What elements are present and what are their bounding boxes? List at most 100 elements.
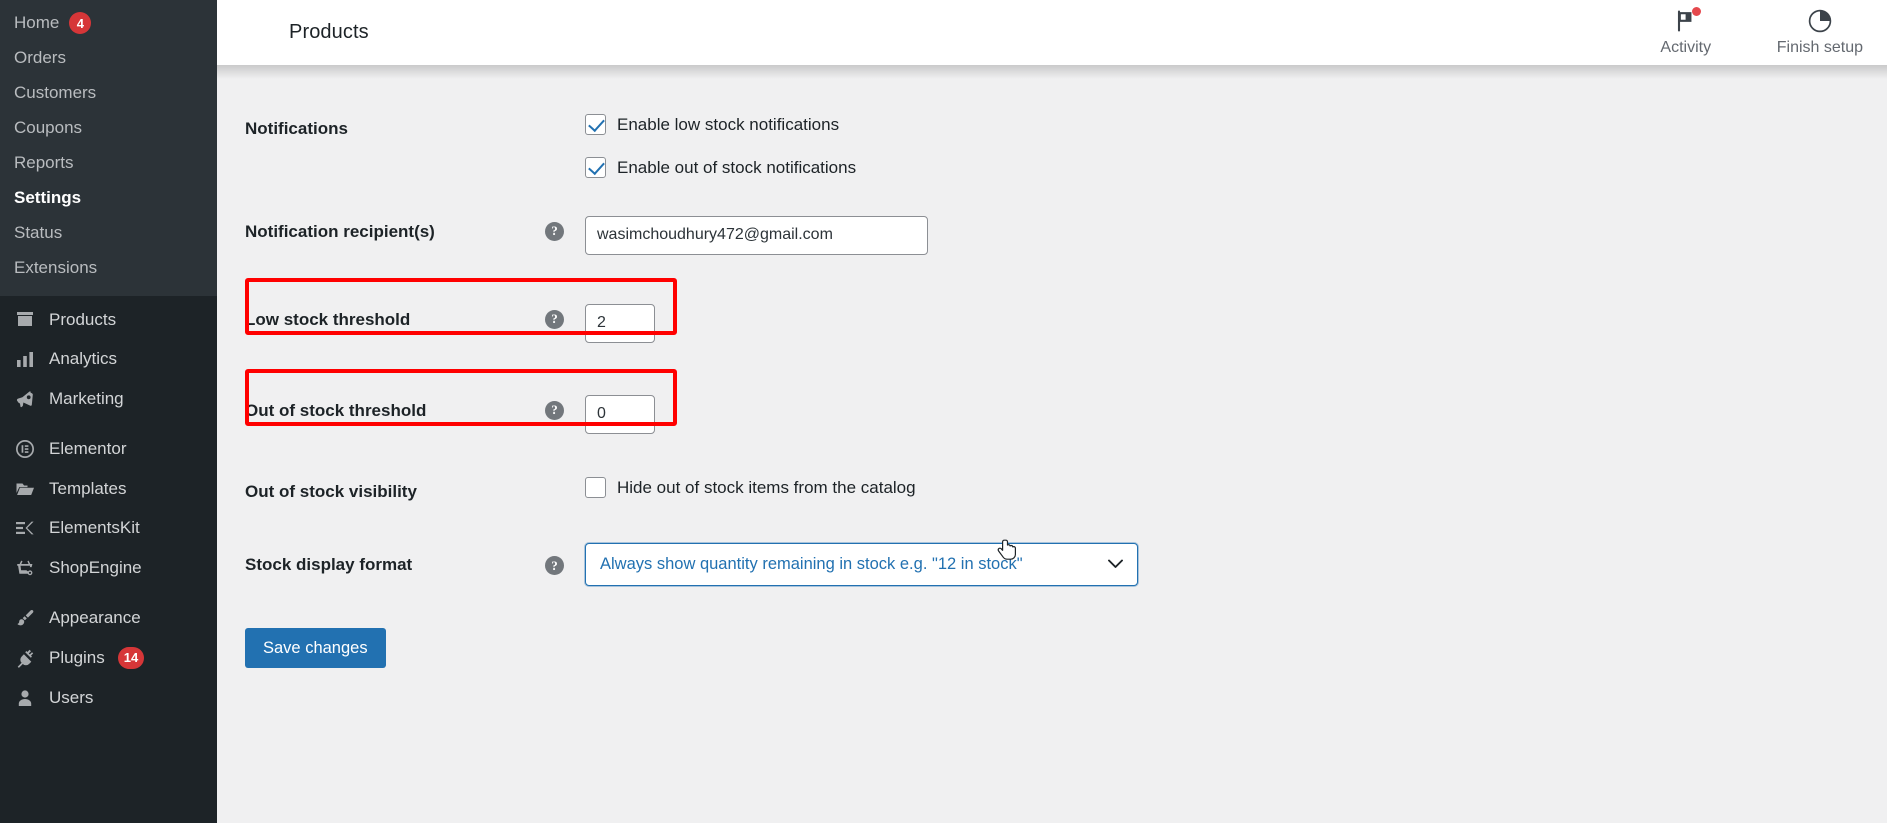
finish-setup-label: Finish setup <box>1776 39 1863 56</box>
sidebar-item-analytics[interactable]: Analytics <box>0 339 217 379</box>
menu-separator <box>0 419 217 429</box>
hide-out-of-stock-row[interactable]: Hide out of stock items from the catalog <box>585 476 1887 500</box>
topbar-actions: Activity Finish setup <box>1643 0 1887 65</box>
sidebar-item-label: ShopEngine <box>49 558 142 578</box>
home-badge: 4 <box>69 12 92 35</box>
row-out-of-stock-visibility: Out of stock visibility Hide out of stoc… <box>217 476 1887 504</box>
low-stock-threshold-field <box>585 303 1887 343</box>
stock-display-format-label: Stock display format <box>245 555 413 575</box>
stock-display-format-field: Always show quantity remaining in stock … <box>585 539 1887 587</box>
sidebar-item-label: Coupons <box>14 117 83 137</box>
low-stock-notification-row[interactable]: Enable low stock notifications <box>585 113 1887 137</box>
visibility-help-slot <box>545 476 585 482</box>
sidebar-item-users[interactable]: Users <box>0 678 217 718</box>
folder-icon <box>14 478 36 500</box>
flag-icon <box>1673 7 1701 34</box>
user-icon <box>14 687 36 709</box>
low-stock-help-slot: ? <box>545 304 585 329</box>
low-stock-checkbox-label: Enable low stock notifications <box>617 115 840 134</box>
sidebar-item-plugins[interactable]: Plugins 14 <box>0 638 217 678</box>
notifications-help-slot <box>545 113 585 119</box>
row-out-of-stock-threshold: Out of stock threshold ? <box>217 368 1887 434</box>
out-of-stock-threshold-input[interactable] <box>585 394 655 434</box>
sidebar-item-customers[interactable]: Customers <box>0 76 217 111</box>
sidebar-item-label: Products <box>49 309 117 329</box>
sidebar-item-products[interactable]: Products <box>0 300 217 340</box>
page-topbar: Products Activity Finish setup <box>217 0 1887 65</box>
sidebar-item-label: Orders <box>14 47 66 67</box>
sidebar-item-label: Templates <box>49 478 127 498</box>
sidebar-item-label: ElementsKit <box>49 518 140 538</box>
notification-recipients-input[interactable] <box>585 215 928 255</box>
products-box-icon <box>14 308 36 330</box>
sidebar-item-label: Marketing <box>49 389 124 409</box>
sidebar-item-appearance[interactable]: Appearance <box>0 598 217 638</box>
sidebar-item-extensions[interactable]: Extensions <box>0 251 217 286</box>
sidebar-item-status[interactable]: Status <box>0 216 217 251</box>
help-icon[interactable]: ? <box>545 309 564 329</box>
recipients-label: Notification recipient(s) <box>245 221 435 241</box>
sidebar-item-shopengine[interactable]: ShopEngine <box>0 548 217 588</box>
help-icon[interactable]: ? <box>545 400 564 420</box>
bar-chart-icon <box>14 348 36 370</box>
plugins-badge: 14 <box>117 646 145 669</box>
stock-display-help-slot: ? <box>545 543 585 576</box>
paintbrush-icon <box>14 607 36 629</box>
megaphone-icon <box>14 388 36 410</box>
sidebar-item-orders[interactable]: Orders <box>0 41 217 76</box>
menu-separator <box>0 588 217 598</box>
sidebar-item-label: Extensions <box>14 257 98 277</box>
wordpress-admin-screen: Home 4 Orders Customers Coupons Reports … <box>0 0 1887 823</box>
notifications-label: Notifications <box>245 119 348 138</box>
main-content-area: Products Activity Finish setup Notificat… <box>217 0 1887 823</box>
stock-display-format-select[interactable]: Always show quantity remaining in stock … <box>585 543 1138 587</box>
hide-out-of-stock-label: Hide out of stock items from the catalog <box>617 477 916 497</box>
notifications-field: Enable low stock notifications Enable ou… <box>585 113 1887 180</box>
out-of-stock-checkbox[interactable] <box>585 157 606 179</box>
progress-circle-icon <box>1807 8 1833 34</box>
row-notifications: Notifications Enable low stock notificat… <box>217 113 1887 180</box>
activity-notification-dot <box>1691 7 1701 16</box>
out-of-stock-threshold-label: Out of stock threshold <box>245 400 427 420</box>
activity-label: Activity <box>1660 39 1712 56</box>
shopengine-basket-icon <box>14 557 36 579</box>
plug-icon <box>14 647 36 669</box>
sidebar-item-label: Status <box>14 222 63 242</box>
save-changes-button[interactable]: Save changes <box>245 628 386 669</box>
hide-out-of-stock-checkbox[interactable] <box>585 476 606 498</box>
sidebar-item-settings[interactable]: Settings <box>0 181 217 216</box>
sidebar-item-elementor[interactable]: Elementor <box>0 429 217 469</box>
low-stock-threshold-label: Low stock threshold <box>245 309 411 329</box>
help-icon[interactable]: ? <box>545 221 564 241</box>
activity-button[interactable]: Activity <box>1643 0 1729 57</box>
woocommerce-submenu: Home 4 Orders Customers Coupons Reports … <box>0 0 217 296</box>
sidebar-item-label: Elementor <box>49 438 127 458</box>
sidebar-item-elementskit[interactable]: ElementsKit <box>0 508 217 548</box>
out-of-stock-visibility-field: Hide out of stock items from the catalog <box>585 476 1887 500</box>
settings-form: Notifications Enable low stock notificat… <box>217 65 1887 669</box>
page-title: Products <box>289 21 369 43</box>
sidebar-item-label: Users <box>49 687 94 707</box>
out-of-stock-notification-row[interactable]: Enable out of stock notifications <box>585 156 1887 180</box>
sidebar-item-marketing[interactable]: Marketing <box>0 379 217 419</box>
chevron-down-icon <box>1108 557 1123 572</box>
out-of-stock-help-slot: ? <box>545 395 585 420</box>
low-stock-threshold-input[interactable] <box>585 303 655 343</box>
admin-sidebar: Home 4 Orders Customers Coupons Reports … <box>0 0 217 823</box>
admin-main-menu: Products Analytics Marketing Elementor T… <box>0 295 217 718</box>
recipients-help-slot: ? <box>545 216 585 241</box>
row-stock-display-format: Stock display format ? Always show quant… <box>217 539 1887 587</box>
sidebar-item-coupons[interactable]: Coupons <box>0 111 217 146</box>
sidebar-item-label: Reports <box>14 152 74 172</box>
finish-setup-button[interactable]: Finish setup <box>1777 0 1863 57</box>
sidebar-item-label: Home <box>14 13 60 32</box>
sidebar-item-templates[interactable]: Templates <box>0 469 217 509</box>
sidebar-item-label: Settings <box>14 187 82 207</box>
help-icon[interactable]: ? <box>545 556 564 576</box>
sidebar-item-label: Plugins <box>49 647 105 667</box>
sidebar-item-label: Appearance <box>49 608 141 628</box>
sidebar-item-reports[interactable]: Reports <box>0 146 217 181</box>
row-low-stock-threshold: Low stock threshold ? <box>217 277 1887 343</box>
sidebar-item-home[interactable]: Home 4 <box>0 6 217 41</box>
low-stock-checkbox[interactable] <box>585 114 606 136</box>
